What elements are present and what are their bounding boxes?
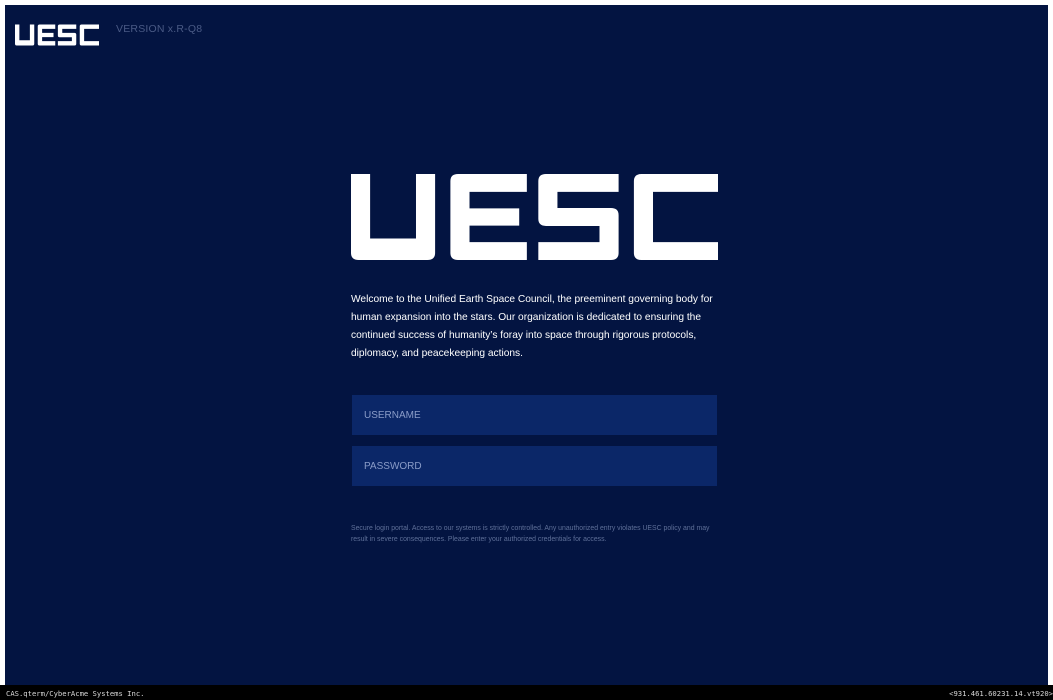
uesc-logo-large-graphic [351, 174, 718, 260]
status-left-text: CAS.qterm/CyberAcme Systems Inc. [6, 689, 145, 698]
security-notice: Secure login portal. Access to our syste… [351, 525, 710, 543]
version-label: VERSION x.R-Q8 [116, 23, 203, 35]
password-field[interactable] [352, 446, 717, 486]
username-field[interactable] [352, 395, 717, 435]
status-right-text: <931.461.60231.14.vt920> [949, 689, 1053, 698]
terminal-status-bar: CAS.qterm/CyberAcme Systems Inc. <931.46… [0, 685, 1053, 700]
uesc-logo-large [351, 174, 718, 260]
intro-text: Welcome to the Unified Earth Space Counc… [351, 294, 713, 359]
uesc-logo-small [15, 24, 99, 46]
password-input[interactable] [364, 460, 705, 472]
uesc-logo-small-graphic [15, 24, 99, 46]
login-screen: VERSION x.R-Q8 Welcome to the Unified Ea… [5, 5, 1048, 685]
username-input[interactable] [364, 409, 705, 421]
